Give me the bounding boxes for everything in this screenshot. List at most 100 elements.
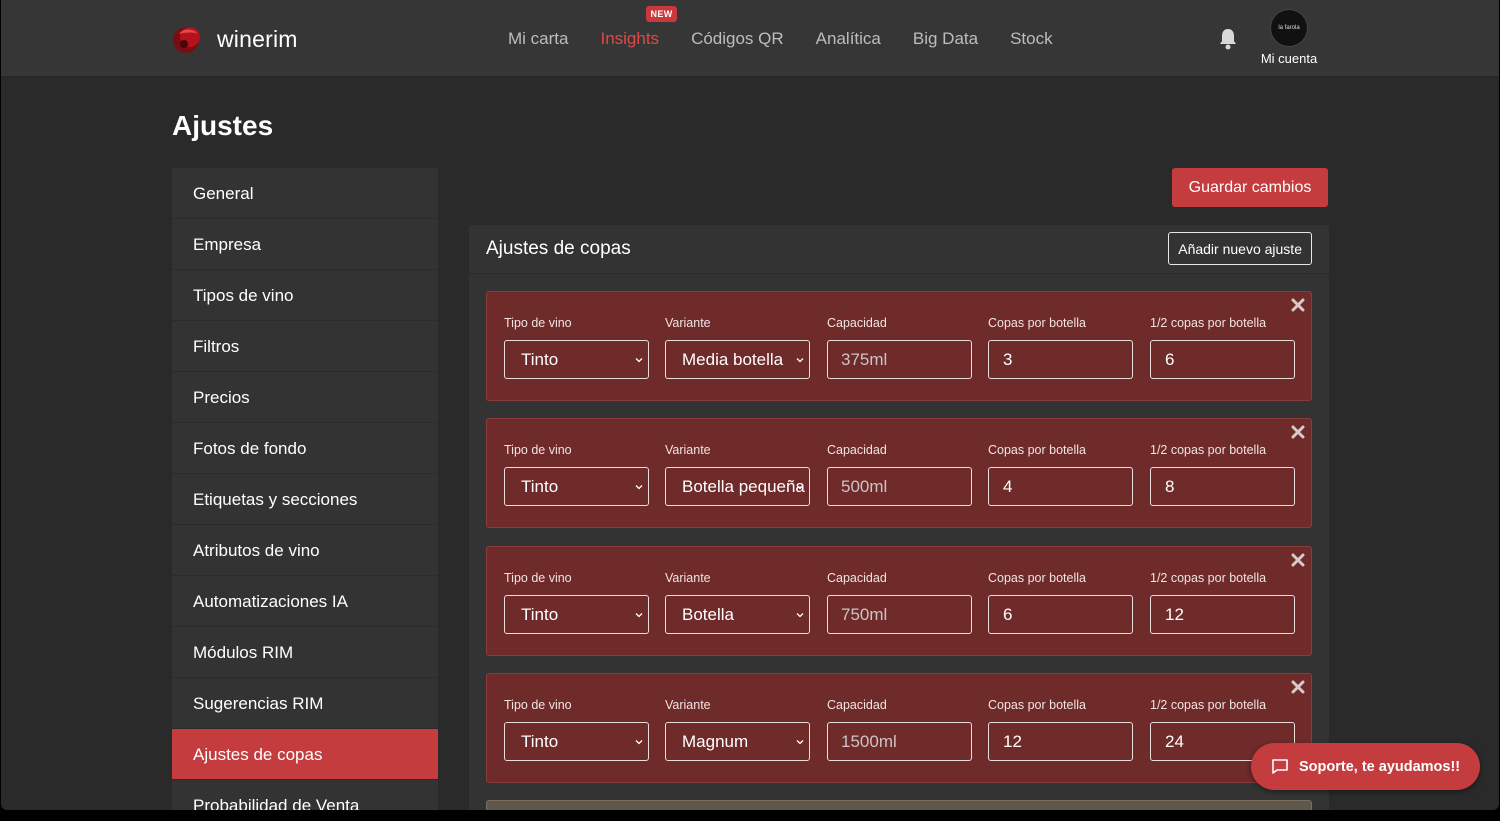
sidebar-item-sugerencias-rim[interactable]: Sugerencias RIM <box>172 678 438 729</box>
nav-item-insights[interactable]: Insights NEW <box>600 6 677 49</box>
bell-icon[interactable] <box>1218 28 1238 50</box>
close-icon[interactable] <box>1290 297 1306 313</box>
glass-setting-card-partial <box>486 800 1312 810</box>
half-glasses-input[interactable]: 12 <box>1150 595 1295 634</box>
panel-title: Ajustes de copas <box>486 238 631 259</box>
variant-field: Variante Magnum <box>665 698 810 761</box>
chevron-down-icon <box>635 485 643 490</box>
capacity-label: Capacidad <box>827 443 887 457</box>
wine-type-label: Tipo de vino <box>504 571 572 585</box>
app-window: winerim Mi carta Insights NEW Códigos QR… <box>1 0 1499 810</box>
sidebar-item-tipos-de-vino[interactable]: Tipos de vino <box>172 270 438 321</box>
chevron-down-icon <box>796 358 804 363</box>
brand-name: winerim <box>217 25 298 52</box>
variant-field: Variante Botella <box>665 571 810 634</box>
capacity-input[interactable]: 375ml <box>827 340 972 379</box>
variant-value: Media botella <box>682 349 784 369</box>
capacity-field: Capacidad 500ml <box>827 443 972 506</box>
wine-type-value: Tinto <box>521 731 559 751</box>
sidebar-item-automatizaciones[interactable]: Automatizaciones IA <box>172 576 438 627</box>
capacity-field: Capacidad 750ml <box>827 571 972 634</box>
support-chat-button[interactable]: Soporte, te ayudamos!! <box>1251 743 1480 790</box>
sidebar-item-filtros[interactable]: Filtros <box>172 321 438 372</box>
glasses-input[interactable]: 3 <box>988 340 1133 379</box>
nav-item-analitica[interactable]: Analítica <box>816 29 881 49</box>
capacity-input[interactable]: 750ml <box>827 595 972 634</box>
wine-type-field: Tipo de vino Tinto <box>504 698 649 761</box>
sidebar-item-modulos-rim[interactable]: Módulos RIM <box>172 627 438 678</box>
wine-type-value: Tinto <box>521 476 559 496</box>
capacity-label: Capacidad <box>827 571 887 585</box>
chevron-down-icon <box>635 613 643 618</box>
variant-select[interactable]: Magnum <box>665 722 810 761</box>
variant-select[interactable]: Media botella <box>665 340 810 379</box>
glasses-field: Copas por botella 4 <box>988 443 1133 506</box>
account-menu[interactable]: la farola Mi cuenta <box>1253 9 1325 66</box>
half-glasses-label: 1/2 copas por botella <box>1150 316 1267 330</box>
sidebar-item-precios[interactable]: Precios <box>172 372 438 423</box>
sidebar-item-atributos[interactable]: Atributos de vino <box>172 525 438 576</box>
sidebar-item-ajustes-de-copas[interactable]: Ajustes de copas <box>172 729 438 780</box>
variant-value: Botella <box>682 604 734 624</box>
wine-type-field: Tipo de vino Tinto <box>504 443 649 506</box>
sidebar-item-empresa[interactable]: Empresa <box>172 219 438 270</box>
nav-item-mi-carta[interactable]: Mi carta <box>508 29 568 49</box>
save-button[interactable]: Guardar cambios <box>1172 168 1328 207</box>
close-icon[interactable] <box>1290 679 1306 695</box>
glasses-input[interactable]: 4 <box>988 467 1133 506</box>
wine-type-label: Tipo de vino <box>504 698 572 712</box>
half-glasses-field: 1/2 copas por botella 12 <box>1150 571 1295 634</box>
glass-setting-card: Tipo de vino Tinto Variante Botella Capa… <box>486 546 1312 656</box>
wine-type-select[interactable]: Tinto <box>504 467 649 506</box>
capacity-label: Capacidad <box>827 698 887 712</box>
capacity-field: Capacidad 375ml <box>827 316 972 379</box>
half-glasses-input[interactable]: 8 <box>1150 467 1295 506</box>
glass-settings-panel: Ajustes de copas Añadir nuevo ajuste Tip… <box>469 225 1329 810</box>
chevron-down-icon <box>635 740 643 745</box>
variant-label: Variante <box>665 698 711 712</box>
variant-label: Variante <box>665 316 711 330</box>
glass-setting-card: Tipo de vino Tinto Variante Magnum Capac… <box>486 673 1312 783</box>
sidebar-item-general[interactable]: General <box>172 168 438 219</box>
half-glasses-label: 1/2 copas por botella <box>1150 571 1267 585</box>
variant-select[interactable]: Botella <box>665 595 810 634</box>
half-glasses-field: 1/2 copas por botella 6 <box>1150 316 1295 379</box>
half-glasses-label: 1/2 copas por botella <box>1150 698 1267 712</box>
glasses-input[interactable]: 12 <box>988 722 1133 761</box>
sidebar-item-fotos-de-fondo[interactable]: Fotos de fondo <box>172 423 438 474</box>
chevron-down-icon <box>796 485 804 490</box>
variant-field: Variante Botella pequeña <box>665 443 810 506</box>
close-icon[interactable] <box>1290 552 1306 568</box>
page-title: Ajustes <box>172 110 274 141</box>
glasses-input[interactable]: 6 <box>988 595 1133 634</box>
glasses-label: Copas por botella <box>988 698 1086 712</box>
sidebar-item-probabilidad-venta[interactable]: Probabilidad de Venta <box>172 780 438 810</box>
nav-item-stock[interactable]: Stock <box>1010 29 1053 49</box>
add-setting-button[interactable]: Añadir nuevo ajuste <box>1168 232 1312 265</box>
wine-glass-logo-icon <box>173 27 200 53</box>
wine-type-select[interactable]: Tinto <box>504 340 649 379</box>
half-glasses-input[interactable]: 6 <box>1150 340 1295 379</box>
capacity-field: Capacidad 1500ml <box>827 698 972 761</box>
wine-type-label: Tipo de vino <box>504 316 572 330</box>
wine-type-select[interactable]: Tinto <box>504 722 649 761</box>
sidebar-item-etiquetas[interactable]: Etiquetas y secciones <box>172 474 438 525</box>
glasses-field: Copas por botella 6 <box>988 571 1133 634</box>
capacity-input[interactable]: 500ml <box>827 467 972 506</box>
glasses-label: Copas por botella <box>988 571 1086 585</box>
capacity-input[interactable]: 1500ml <box>827 722 972 761</box>
main-nav: Mi carta Insights NEW Códigos QR Analíti… <box>508 6 1085 49</box>
close-icon[interactable] <box>1290 424 1306 440</box>
wine-type-select[interactable]: Tinto <box>504 595 649 634</box>
nav-item-codigos-qr[interactable]: Códigos QR <box>691 29 784 49</box>
chevron-down-icon <box>796 740 804 745</box>
wine-type-label: Tipo de vino <box>504 443 572 457</box>
chevron-down-icon <box>635 358 643 363</box>
wine-type-value: Tinto <box>521 604 559 624</box>
panel-header: Ajustes de copas Añadir nuevo ajuste <box>469 225 1329 274</box>
brand-logo[interactable]: winerim <box>171 22 298 56</box>
nav-item-big-data[interactable]: Big Data <box>913 29 978 49</box>
avatar-logo-text: la farola <box>1278 25 1300 31</box>
chat-icon <box>1272 759 1288 774</box>
variant-select[interactable]: Botella pequeña <box>665 467 810 506</box>
